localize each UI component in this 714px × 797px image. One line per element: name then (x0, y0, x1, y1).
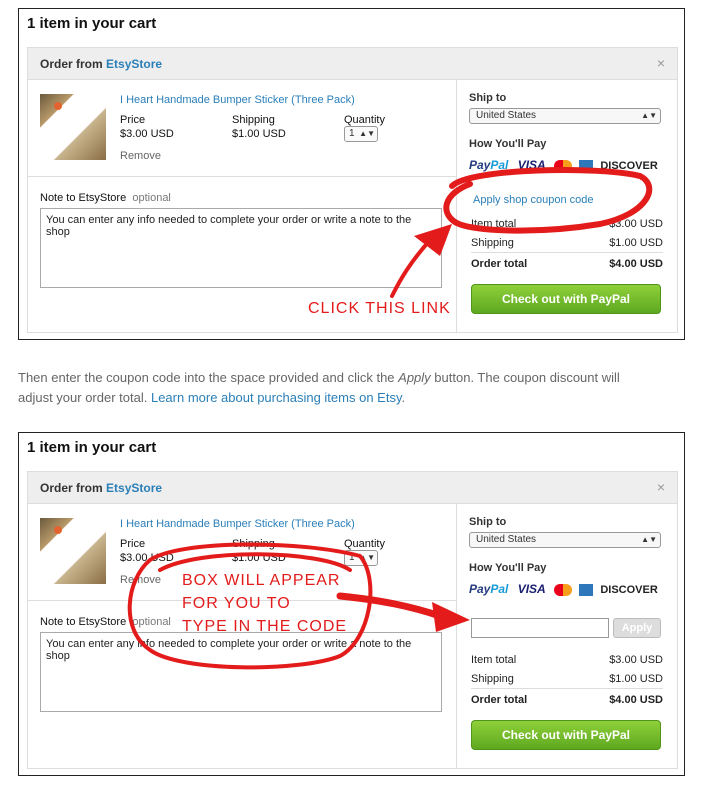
amex-icon (578, 159, 593, 172)
visa-logo: VISA (517, 582, 546, 596)
coupon-code-input[interactable] (471, 618, 609, 638)
discover-logo: DISCOVER (600, 160, 658, 172)
select-arrows-icon: ▲▼ (641, 111, 657, 120)
item-name-link[interactable]: I Heart Handmade Bumper Sticker (Three P… (120, 94, 355, 106)
payment-logos: PayPal VISA DISCOVER (469, 158, 658, 174)
mastercard-icon (553, 159, 572, 172)
ship-to-value: United States (476, 534, 537, 545)
divider (471, 688, 663, 689)
shipping-value: $1.00 USD (232, 552, 286, 564)
cart-title: 1 item in your cart (27, 439, 157, 456)
shipping-total-row: Shipping $1.00 USD (471, 673, 663, 685)
heart-icon (54, 102, 62, 110)
divider (28, 176, 456, 177)
paypal-logo: PayPal (469, 158, 509, 172)
shipping-label: Shipping (232, 114, 275, 126)
order-total-row: Order total $4.00 USD (471, 694, 663, 706)
item-total-row: Item total $3.00 USD (471, 654, 663, 666)
shop-name-link[interactable]: EtsyStore (106, 57, 162, 71)
heart-icon (54, 526, 62, 534)
ship-to-label: Ship to (469, 92, 507, 104)
item-thumbnail[interactable] (40, 94, 106, 160)
close-icon[interactable]: × (657, 479, 665, 495)
order-total-row: Order total $4.00 USD (471, 258, 663, 270)
note-label: Note to EtsyStore optional (40, 192, 171, 204)
order-left-column: I Heart Handmade Bumper Sticker (Three P… (28, 504, 456, 768)
cart-panel-1: 1 item in your cart Order from EtsyStore… (18, 8, 685, 340)
order-box: Order from EtsyStore × I Heart Handmade … (27, 47, 678, 333)
checkout-paypal-button[interactable]: Check out with PayPal (471, 284, 661, 314)
item-thumbnail[interactable] (40, 518, 106, 584)
quantity-label: Quantity (344, 538, 385, 550)
order-right-column: Ship to United States ▲▼ How You'll Pay P… (456, 504, 677, 768)
ship-to-select[interactable]: United States ▲▼ (469, 532, 661, 548)
mastercard-icon (553, 583, 572, 596)
quantity-label: Quantity (344, 114, 385, 126)
shop-name-link[interactable]: EtsyStore (106, 481, 162, 495)
price-label: Price (120, 114, 146, 126)
note-textarea[interactable]: You can enter any info needed to complet… (40, 632, 442, 712)
quantity-value: 1 (349, 128, 355, 139)
close-icon[interactable]: × (657, 55, 665, 71)
order-header: Order from EtsyStore × (28, 472, 677, 504)
shipping-label: Shipping (232, 538, 275, 550)
payment-logos: PayPal VISA DISCOVER (469, 582, 658, 598)
apply-button[interactable]: Apply (613, 618, 661, 638)
annotation-line-1: BOX WILL APPEAR (182, 572, 341, 589)
quantity-select[interactable]: 1 ▲▼ (344, 550, 378, 566)
select-arrows-icon: ▲▼ (359, 553, 375, 562)
select-arrows-icon: ▲▼ (641, 535, 657, 544)
remove-link[interactable]: Remove (120, 574, 161, 586)
shipping-value: $1.00 USD (232, 128, 286, 140)
cart-title: 1 item in your cart (27, 15, 157, 32)
pay-label: How You'll Pay (469, 138, 547, 150)
quantity-select[interactable]: 1 ▲▼ (344, 126, 378, 142)
amex-icon (578, 583, 593, 596)
item-name-link[interactable]: I Heart Handmade Bumper Sticker (Three P… (120, 518, 355, 530)
paypal-logo: PayPal (469, 582, 509, 596)
instruction-text: Then enter the coupon code into the spac… (18, 370, 620, 405)
order-from-label: Order from EtsyStore (40, 57, 163, 71)
order-right-column: Ship to United States ▲▼ How You'll Pay P… (456, 80, 677, 332)
visa-logo: VISA (517, 158, 546, 172)
ship-to-select[interactable]: United States ▲▼ (469, 108, 661, 124)
learn-more-link[interactable]: Learn more about purchasing items on Ets… (151, 390, 402, 405)
ship-to-label: Ship to (469, 516, 507, 528)
pay-label: How You'll Pay (469, 562, 547, 574)
price-value: $3.00 USD (120, 128, 174, 140)
order-from-label: Order from EtsyStore (40, 481, 163, 495)
annotation-line-3: TYPE IN THE CODE (182, 618, 348, 635)
discover-logo: DISCOVER (600, 584, 658, 596)
annotation-click-this-link: CLICK THIS LINK (308, 300, 451, 317)
divider (471, 252, 663, 253)
order-header: Order from EtsyStore × (28, 48, 677, 80)
quantity-value: 1 (349, 552, 355, 563)
note-label: Note to EtsyStore optional (40, 616, 171, 628)
price-value: $3.00 USD (120, 552, 174, 564)
select-arrows-icon: ▲▼ (359, 129, 375, 138)
cart-panel-2: 1 item in your cart Order from EtsyStore… (18, 432, 685, 776)
remove-link[interactable]: Remove (120, 150, 161, 162)
shipping-total-row: Shipping $1.00 USD (471, 237, 663, 249)
item-total-row: Item total $3.00 USD (471, 218, 663, 230)
ship-to-value: United States (476, 110, 537, 121)
note-textarea[interactable]: You can enter any info needed to complet… (40, 208, 442, 288)
apply-coupon-link[interactable]: Apply shop coupon code (473, 194, 593, 206)
price-label: Price (120, 538, 146, 550)
order-box: Order from EtsyStore × I Heart Handmade … (27, 471, 678, 769)
annotation-line-2: FOR YOU TO (182, 595, 291, 612)
checkout-paypal-button[interactable]: Check out with PayPal (471, 720, 661, 750)
order-left-column: I Heart Handmade Bumper Sticker (Three P… (28, 80, 456, 332)
